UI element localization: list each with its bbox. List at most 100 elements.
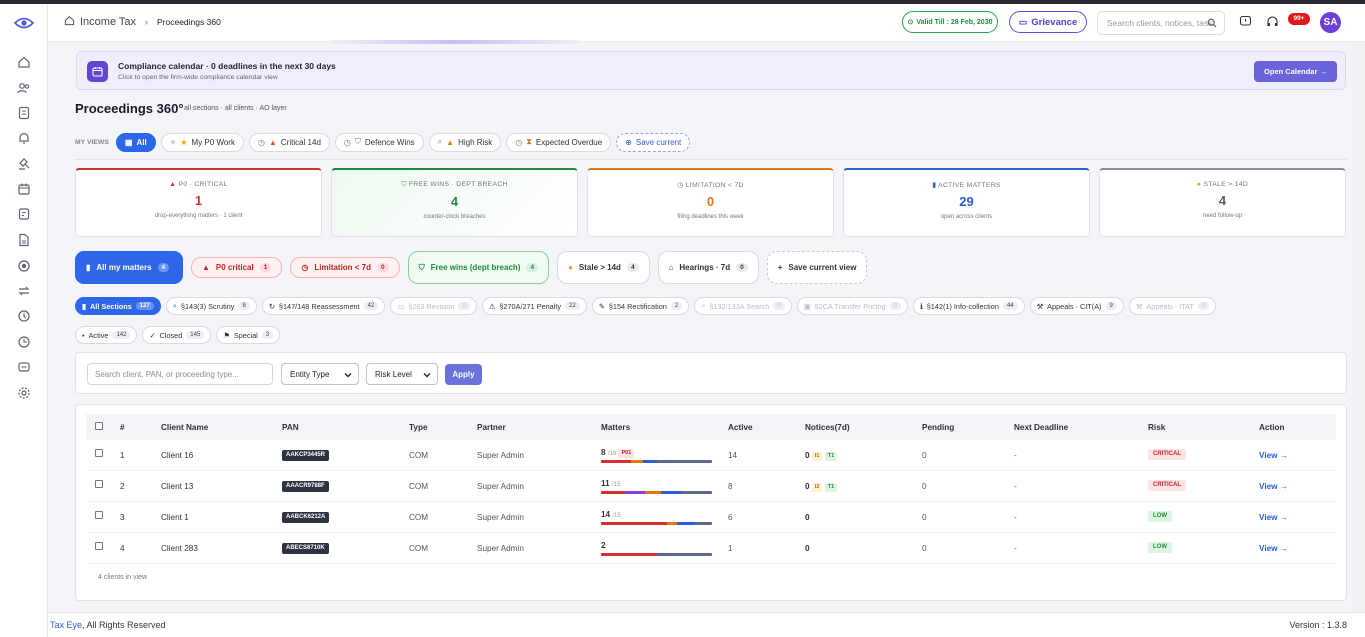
target-icon[interactable] (17, 259, 31, 273)
section-chip-cit-a[interactable]: ⚒ Appeals · CIT(A) 9 (1029, 297, 1124, 315)
entity-type-select[interactable]: Entity Type (281, 363, 359, 385)
row-checkbox[interactable] (95, 542, 103, 550)
transfer-icon[interactable] (17, 284, 31, 298)
message-icon[interactable] (17, 360, 31, 374)
settings-icon[interactable] (17, 386, 31, 400)
home-icon[interactable] (17, 55, 31, 69)
column-header[interactable]: Next Deadline (1014, 423, 1068, 432)
alert-icon: ▲ (446, 137, 455, 147)
filter-hearings-7d[interactable]: ⌂ Hearings · 7d 0 (657, 251, 759, 284)
user-avatar[interactable]: SA (1320, 12, 1341, 33)
calendar-icon[interactable] (17, 182, 31, 196)
section-chip-270a[interactable]: ⚠ §270A/271 Penalty 22 (481, 297, 587, 315)
breadcrumb-root[interactable]: Income Tax (80, 16, 136, 28)
column-header[interactable]: PAN (282, 423, 299, 432)
section-chip-147-148[interactable]: ↻ §147/148 Reassessment 42 (261, 297, 386, 315)
filter-p0-critical[interactable]: ▲ P0 critical 1 (191, 257, 283, 278)
row-checkbox[interactable] (95, 511, 103, 519)
scrollbar[interactable] (1353, 42, 1365, 612)
view-chip-defence-wins[interactable]: ◷ ⛉ Defence Wins (334, 132, 424, 152)
row-checkbox[interactable] (95, 449, 103, 457)
column-header[interactable]: Client Name (161, 423, 208, 432)
next-deadline: - (1014, 544, 1017, 553)
risk-level-select[interactable]: Risk Level (366, 363, 438, 385)
client-name[interactable]: Client 16 (161, 451, 193, 460)
compliance-calendar-banner[interactable]: Compliance calendar · 0 deadlines in the… (76, 51, 1346, 90)
section-chip-132[interactable]: ⌕ §132/133A Search 0 (694, 297, 792, 315)
client-name[interactable]: Client 283 (161, 544, 198, 553)
my-views-row: MY VIEWS ▦ All ✧ ★ My P0 Work ◷ ▲ Critical 14… (75, 132, 691, 152)
column-header[interactable]: Pending (922, 423, 954, 432)
kpi-card-stale[interactable]: ● STALE > 14D 4 need follow-up (1099, 168, 1346, 237)
kpi-card-limitation[interactable]: ◷ LIMITATION < 7D 0 filing deadlines thi… (587, 168, 834, 237)
save-current-view-button[interactable]: + Save current view (766, 251, 868, 284)
client-search-input[interactable]: Search client, PAN, or proceeding type..… (87, 363, 273, 385)
view-chip-expected-overdue[interactable]: ◷ ⧗ Expected Overdue (506, 132, 612, 152)
filter-all-my-matters[interactable]: ▮ All my matters 4 (75, 251, 183, 284)
users-icon[interactable] (17, 81, 31, 95)
notes-icon[interactable] (17, 207, 31, 221)
view-link[interactable]: View → (1259, 482, 1288, 491)
view-chip-all[interactable]: ▦ All (115, 132, 156, 152)
status-chip-closed[interactable]: ✓ Closed 145 (142, 326, 212, 344)
logo-eye-icon[interactable] (13, 16, 35, 30)
column-header[interactable]: Type (409, 423, 428, 432)
section-chip-154[interactable]: ✎ §154 Rectification 2 (591, 297, 690, 315)
column-header[interactable]: Partner (477, 423, 506, 432)
history-icon[interactable] (17, 335, 31, 349)
section-chip-all[interactable]: ▮ All Sections 127 (75, 297, 161, 315)
feedback-icon[interactable] (1239, 15, 1252, 28)
search-icon[interactable] (1207, 18, 1217, 28)
active-count: 14 (728, 451, 738, 460)
filter-stale-14d[interactable]: ● Stale > 14d 4 (557, 251, 650, 284)
select-all-checkbox[interactable] (95, 422, 103, 430)
view-chip-my-p0[interactable]: ✧ ★ My P0 Work (160, 132, 244, 152)
column-header[interactable]: # (120, 423, 125, 432)
view-chip-high-risk[interactable]: ⌕ ▲ High Risk (428, 132, 502, 152)
column-header[interactable]: Notices(7d) (805, 423, 850, 432)
table-row[interactable]: 4 Client 283 ABECS8710K COM Super Admin … (86, 533, 1336, 564)
column-header[interactable]: Active (728, 423, 753, 432)
footer-rights: , All Rights Reserved (82, 620, 166, 630)
footer-brand-link[interactable]: Tax Eye (50, 620, 82, 630)
section-chip-263[interactable]: ▭ §263 Revision 0 (390, 297, 477, 315)
filter-limitation-7d[interactable]: ◷ Limitation < 7d 0 (290, 257, 400, 278)
pending-count: 0 (922, 482, 927, 491)
apply-button[interactable]: Apply (445, 364, 482, 385)
open-calendar-button[interactable]: Open Calendar → (1254, 61, 1337, 82)
column-header[interactable]: Matters (601, 423, 630, 432)
document-icon[interactable] (17, 106, 31, 120)
bell-icon[interactable] (17, 131, 31, 145)
gavel-icon[interactable] (17, 157, 31, 171)
row-checkbox[interactable] (95, 480, 103, 488)
view-link[interactable]: View → (1259, 451, 1288, 460)
file-icon[interactable] (17, 233, 31, 247)
view-link[interactable]: View → (1259, 513, 1288, 522)
client-name[interactable]: Client 13 (161, 482, 193, 491)
table-row[interactable]: 1 Client 16 AAKCP3445R COM Super Admin 8… (86, 440, 1336, 471)
client-name[interactable]: Client 1 (161, 513, 189, 522)
filter-free-wins[interactable]: ⛉ Free wins (dept breach) 4 (407, 251, 550, 284)
kpi-card-p0-critical[interactable]: ▲ P0 · CRITICAL 1 drop-everything matter… (75, 168, 322, 237)
section-chip-143-3[interactable]: ⌕ §143(3) Scrutiny 8 (165, 297, 257, 315)
kpi-card-free-wins[interactable]: ⛉ FREE WINS · DEPT BREACH 4 counter-cloc… (331, 168, 578, 237)
kpi-card-active-matters[interactable]: ▮ ACTIVE MATTERS 29 open across clients (843, 168, 1090, 237)
table-row[interactable]: 3 Client 1 AABCK6212A COM Super Admin 14… (86, 502, 1336, 533)
column-header[interactable]: Action (1259, 423, 1284, 432)
status-chip-active[interactable]: • Active 142 (75, 326, 138, 344)
section-chip-142-1[interactable]: ℹ §142(1) Info-collection 44 (912, 297, 1025, 315)
save-view-button[interactable]: ⊕ Save current (616, 132, 691, 152)
section-chip-itat[interactable]: ⚒ Appeals · ITAT 0 (1128, 297, 1217, 315)
home-breadcrumb-icon[interactable] (64, 15, 75, 26)
status-chip-special[interactable]: ⚑ Special 3 (216, 326, 281, 344)
global-search-input[interactable]: Search clients, notices, task (1097, 11, 1225, 35)
headset-icon[interactable] (1266, 15, 1279, 28)
clock-icon[interactable] (17, 309, 31, 323)
column-header[interactable]: Risk (1148, 423, 1165, 432)
view-link[interactable]: View → (1259, 544, 1288, 553)
table-row[interactable]: 2 Client 13 AAACR9788F COM Super Admin 1… (86, 471, 1336, 502)
grievance-button[interactable]: ▭ Grievance (1009, 11, 1087, 33)
notification-badge[interactable]: 99+ (1288, 13, 1310, 25)
section-chip-92ca[interactable]: ▣ 92CA Transfer Pricing 0 (796, 297, 908, 315)
view-chip-critical-14d[interactable]: ◷ ▲ Critical 14d (248, 132, 330, 152)
